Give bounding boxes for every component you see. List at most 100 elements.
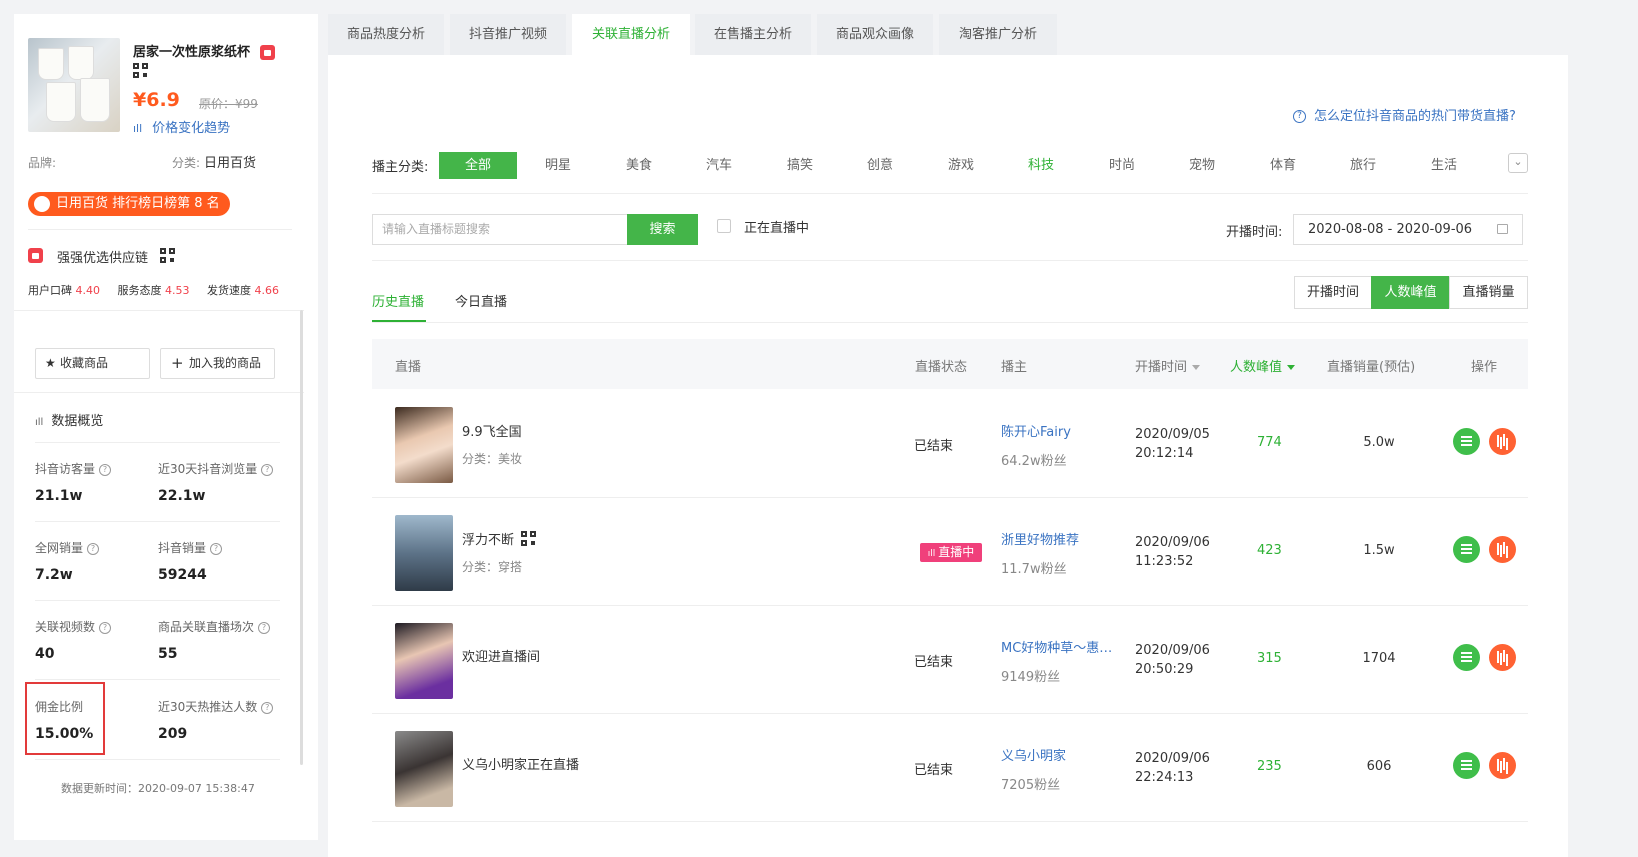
category-car[interactable]: 汽车 bbox=[680, 152, 758, 179]
help-icon: ? bbox=[1293, 110, 1306, 123]
th-sales: 直播销量(预估) bbox=[1327, 360, 1416, 375]
category-life[interactable]: 生活 bbox=[1405, 152, 1483, 179]
live-only-label: 正在直播中 bbox=[744, 221, 810, 236]
search-input[interactable]: 请输入直播标题搜索 bbox=[372, 214, 628, 245]
start-time: 2020/09/06 11:23:52 bbox=[1135, 535, 1210, 569]
table-row[interactable]: 浮力不断 分类：穿搭 ıll 直播中 浙里好物推荐 11.7w粉丝 2020/09… bbox=[372, 498, 1528, 606]
subtab-today[interactable]: 今日直播 bbox=[455, 291, 507, 310]
live-sales: 1704 bbox=[1362, 651, 1396, 666]
live-title[interactable]: 义乌小明家正在直播 bbox=[462, 754, 579, 773]
qrcode-icon[interactable] bbox=[133, 63, 149, 79]
detail-list-icon[interactable] bbox=[1453, 428, 1480, 455]
trend-chart-icon: ıll bbox=[133, 122, 143, 135]
date-range-picker[interactable]: 2020-08-08 - 2020-09-06 bbox=[1293, 214, 1523, 245]
help-link[interactable]: ? 怎么定位抖音商品的热门带货直播? bbox=[1293, 105, 1516, 124]
stat-value: 21.1w bbox=[35, 488, 83, 504]
category-funny[interactable]: 搞笑 bbox=[761, 152, 839, 179]
category-pet[interactable]: 宠物 bbox=[1163, 152, 1241, 179]
live-status: 已结束 bbox=[914, 655, 954, 670]
supplier-ratings: 用户口碑 4.40 服务态度 4.53 发货速度 4.66 bbox=[28, 284, 279, 297]
table-row[interactable]: 9.9飞全国 分类：美妆 已结束 陈开心Fairy 64.2w粉丝 2020/0… bbox=[372, 390, 1528, 498]
overview-title: ıll 数据概览 bbox=[35, 414, 104, 429]
stat-label: 商品关联直播场次? bbox=[158, 618, 271, 635]
tab-audience[interactable]: 商品观众画像 bbox=[817, 14, 933, 55]
live-bars-icon: ıll bbox=[927, 549, 936, 559]
stat-value: 55 bbox=[158, 646, 178, 662]
category-all[interactable]: 全部 bbox=[439, 152, 517, 179]
anchor-fans: 9149粉丝 bbox=[1001, 670, 1061, 685]
tab-anchors[interactable]: 在售播主分析 bbox=[695, 14, 811, 55]
category-game[interactable]: 游戏 bbox=[922, 152, 1000, 179]
rank-badge[interactable]: 日用百货 排行榜日榜第 8 名 bbox=[28, 192, 230, 216]
start-time: 2020/09/05 20:12:14 bbox=[1135, 427, 1210, 461]
category-sport[interactable]: 体育 bbox=[1244, 152, 1322, 179]
stat-value: 40 bbox=[35, 646, 55, 662]
sort-peak[interactable]: 人数峰值 bbox=[1371, 276, 1450, 309]
subtab-history[interactable]: 历史直播 bbox=[372, 291, 424, 310]
category-star[interactable]: 明星 bbox=[519, 152, 597, 179]
favorite-button[interactable]: ★ 收藏商品 bbox=[35, 348, 150, 379]
th-status: 直播状态 bbox=[915, 360, 968, 375]
scrollbar[interactable] bbox=[300, 310, 303, 765]
anchor-fans: 7205粉丝 bbox=[1001, 778, 1061, 793]
update-time: 数据更新时间：2020-09-07 15:38:47 bbox=[61, 782, 255, 795]
anchor-name[interactable]: 浙里好物推荐 bbox=[1001, 529, 1119, 548]
avatar[interactable] bbox=[395, 515, 453, 591]
stat-label: 近30天抖音浏览量? bbox=[158, 460, 274, 477]
live-status: 已结束 bbox=[914, 439, 954, 454]
category-tech[interactable]: 科技 bbox=[1002, 152, 1080, 179]
category-food[interactable]: 美食 bbox=[600, 152, 678, 179]
live-only-checkbox[interactable] bbox=[717, 219, 731, 233]
live-badge: ıll 直播中 bbox=[920, 543, 982, 562]
product-image[interactable] bbox=[28, 38, 120, 132]
avatar[interactable] bbox=[395, 731, 453, 807]
detail-list-icon[interactable] bbox=[1453, 644, 1480, 671]
bar-chart-icon[interactable] bbox=[1489, 536, 1516, 563]
live-title[interactable]: 9.9飞全国 bbox=[462, 421, 522, 440]
category-travel[interactable]: 旅行 bbox=[1324, 152, 1402, 179]
price-trend-link[interactable]: ıll 价格变化趋势 bbox=[133, 117, 230, 136]
avatar[interactable] bbox=[395, 623, 453, 699]
anchor-name[interactable]: 陈开心Fairy bbox=[1001, 421, 1119, 440]
date-label: 开播时间: bbox=[1226, 225, 1283, 240]
chevron-down-icon[interactable]: ⌄ bbox=[1508, 153, 1528, 173]
product-price: ¥6.9 bbox=[133, 89, 180, 111]
sort-arrow-icon bbox=[1192, 365, 1201, 370]
tab-videos[interactable]: 抖音推广视频 bbox=[450, 14, 566, 55]
th-actions: 操作 bbox=[1471, 360, 1498, 375]
detail-list-icon[interactable] bbox=[1453, 752, 1480, 779]
peak-viewers: 315 bbox=[1257, 651, 1282, 666]
table-row[interactable]: 义乌小明家正在直播 已结束 义乌小明家 7205粉丝 2020/09/06 22:… bbox=[372, 714, 1528, 822]
tab-taoke[interactable]: 淘客推广分析 bbox=[939, 14, 1057, 55]
anchor-name[interactable]: MC好物种草～惠… bbox=[1001, 637, 1119, 656]
add-mine-button[interactable]: + 加入我的商品 bbox=[160, 348, 275, 379]
live-title[interactable]: 浮力不断 bbox=[462, 529, 514, 548]
tab-heat[interactable]: 商品热度分析 bbox=[328, 14, 444, 55]
stat-label: 近30天热推达人数? bbox=[158, 698, 274, 715]
supplier-name[interactable]: 强强优选供应链 bbox=[57, 247, 148, 266]
qrcode-icon[interactable] bbox=[521, 531, 537, 547]
category-creative[interactable]: 创意 bbox=[841, 152, 919, 179]
live-title[interactable]: 欢迎进直播间 bbox=[462, 646, 540, 665]
th-start-time[interactable]: 开播时间 bbox=[1135, 356, 1201, 375]
product-title: 居家一次性原浆纸杯 bbox=[133, 41, 276, 60]
live-sales: 1.5w bbox=[1363, 543, 1395, 558]
sort-start-time[interactable]: 开播时间 bbox=[1294, 276, 1372, 309]
anchor-name[interactable]: 义乌小明家 bbox=[1001, 745, 1119, 764]
detail-list-icon[interactable] bbox=[1453, 536, 1480, 563]
sort-arrow-icon bbox=[1287, 365, 1296, 370]
category-fashion[interactable]: 时尚 bbox=[1083, 152, 1161, 179]
live-status: 已结束 bbox=[914, 763, 954, 778]
table-row[interactable]: 欢迎进直播间 已结束 MC好物种草～惠… 9149粉丝 2020/09/06 20… bbox=[372, 606, 1528, 714]
bar-chart-icon[interactable] bbox=[1489, 428, 1516, 455]
avatar[interactable] bbox=[395, 407, 453, 483]
sort-sales[interactable]: 直播销量 bbox=[1449, 276, 1528, 309]
anchor-fans: 11.7w粉丝 bbox=[1001, 562, 1067, 577]
tab-live[interactable]: 关联直播分析 bbox=[572, 14, 690, 55]
bar-chart-icon[interactable] bbox=[1489, 752, 1516, 779]
search-button[interactable]: 搜索 bbox=[627, 214, 698, 245]
th-peak[interactable]: 人数峰值 bbox=[1230, 356, 1296, 375]
bar-chart-icon[interactable] bbox=[1489, 644, 1516, 671]
stat-value: 7.2w bbox=[35, 567, 73, 583]
supplier-qrcode-icon[interactable] bbox=[160, 248, 176, 264]
